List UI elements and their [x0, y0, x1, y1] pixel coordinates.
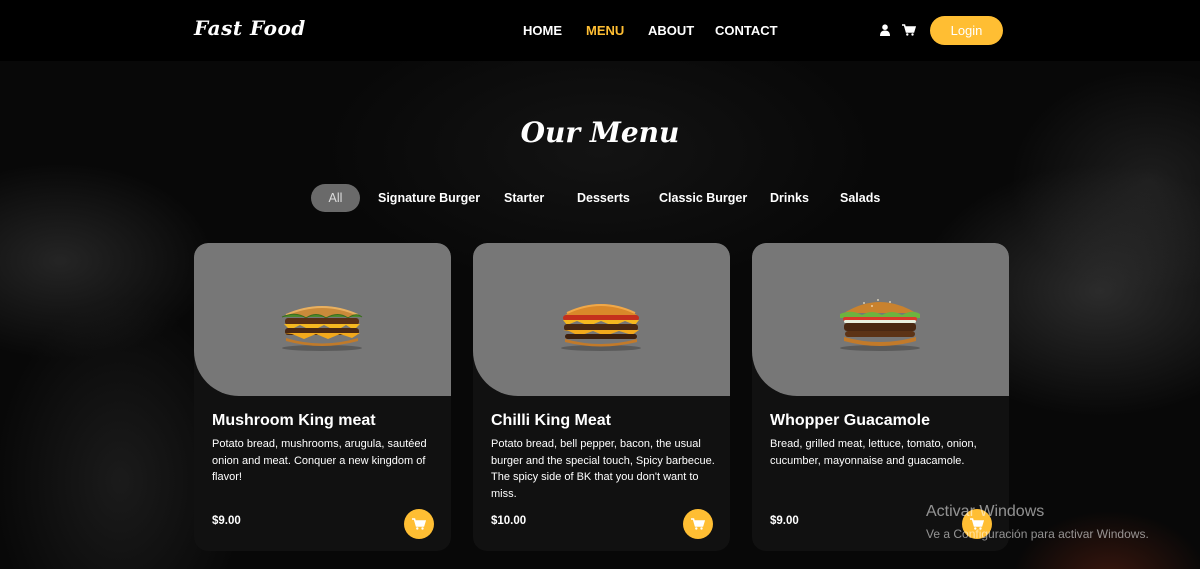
filter-classic-burger[interactable]: Classic Burger — [659, 184, 747, 212]
filter-desserts[interactable]: Desserts — [577, 184, 630, 212]
filter-drinks[interactable]: Drinks — [770, 184, 809, 212]
filter-starter[interactable]: Starter — [504, 184, 544, 212]
card-price: $10.00 — [491, 515, 527, 527]
card-description: Potato bread, mushrooms, arugula, sautée… — [212, 438, 427, 483]
cart-icon[interactable] — [902, 24, 916, 36]
burger-image — [281, 306, 363, 351]
card-image — [752, 243, 1009, 396]
windows-activation-title: Activar Windows — [926, 503, 1045, 520]
card-title: Whopper Guacamole — [770, 412, 931, 429]
filter-all[interactable]: All — [311, 184, 360, 212]
card-price: $9.00 — [770, 515, 799, 527]
page-title: Our Menu — [520, 116, 680, 149]
cart-icon — [691, 518, 705, 530]
nav-contact[interactable]: CONTACT — [715, 23, 778, 38]
filter-salads[interactable]: Salads — [840, 184, 880, 212]
card-image — [473, 243, 730, 396]
filter-signature-burger[interactable]: Signature Burger — [378, 184, 480, 212]
card-title: Mushroom King meat — [212, 412, 376, 429]
burger-image — [840, 299, 920, 351]
cart-icon — [412, 518, 426, 530]
card-image — [194, 243, 451, 396]
login-button[interactable]: Login — [930, 16, 1003, 45]
user-icon[interactable] — [879, 24, 891, 36]
nav-home[interactable]: HOME — [523, 23, 562, 38]
card-description: Potato bread, bell pepper, bacon, the us… — [491, 438, 715, 500]
site-logo[interactable]: Fast Food — [194, 16, 306, 40]
site-header: Fast Food HOME MENU ABOUT CONTACT Login — [0, 0, 1200, 61]
windows-activation-subtitle: Ve a Configuración para activar Windows. — [926, 527, 1149, 541]
add-to-cart-button[interactable] — [683, 509, 713, 539]
burger-image — [561, 304, 641, 351]
add-to-cart-button[interactable] — [404, 509, 434, 539]
nav-menu[interactable]: MENU — [586, 23, 624, 38]
card-description: Bread, grilled meat, lettuce, tomato, on… — [770, 438, 977, 467]
menu-card: Mushroom King meat Potato bread, mushroo… — [194, 243, 451, 551]
nav-about[interactable]: ABOUT — [648, 23, 694, 38]
card-price: $9.00 — [212, 515, 241, 527]
card-title: Chilli King Meat — [491, 412, 611, 429]
menu-card: Chilli King Meat Potato bread, bell pepp… — [473, 243, 730, 551]
